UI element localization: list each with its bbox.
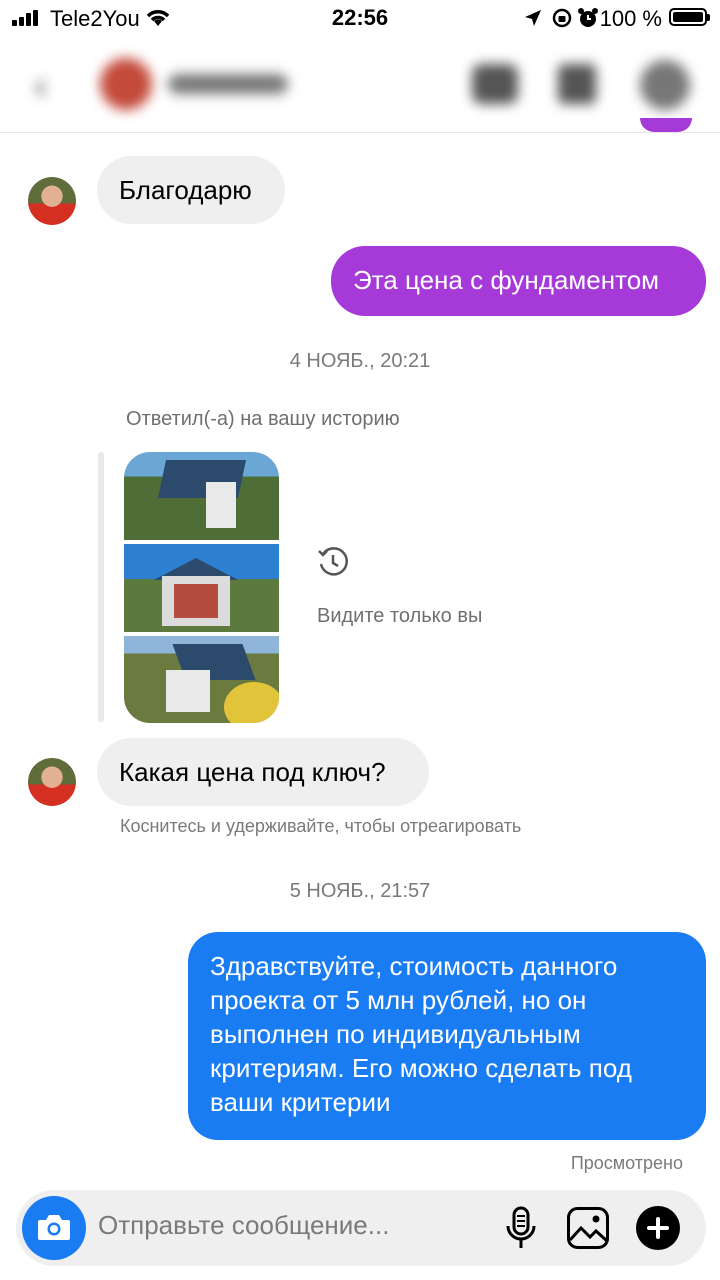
outgoing-message[interactable]: Здравствуйте, стоимость данного проекта … (188, 932, 706, 1140)
microphone-icon[interactable] (504, 1206, 538, 1250)
battery-icon (669, 8, 710, 26)
alarm-icon (578, 8, 598, 27)
plus-icon[interactable] (636, 1206, 680, 1250)
history-icon (318, 547, 348, 576)
location-icon (525, 10, 541, 26)
video-call-icon[interactable] (472, 64, 518, 104)
back-icon[interactable]: ‹ (34, 64, 47, 109)
camera-button[interactable] (22, 1196, 86, 1260)
avatar[interactable] (28, 177, 76, 225)
chat-header: ‹ (0, 36, 720, 133)
contact-avatar[interactable] (100, 58, 152, 110)
info-icon[interactable] (640, 60, 690, 110)
seen-status: Просмотрено (570, 1153, 683, 1173)
flag-icon[interactable] (558, 64, 596, 104)
avatar[interactable] (28, 758, 76, 806)
timestamp: 4 НОЯБ., 20:21 (289, 350, 431, 372)
message-input[interactable]: Отправьте сообщение... (98, 1210, 389, 1241)
visibility-note: Видите только вы (317, 605, 483, 627)
story-reply-label: Ответил(-а) на вашу историю (126, 408, 400, 430)
status-bar: Tele2You 22:56 100 % (0, 0, 720, 36)
reaction-hint: Коснитесь и удерживайте, чтобы отреагиро… (120, 816, 522, 836)
reply-indicator (98, 452, 104, 722)
battery-percent: 100 % (599, 6, 662, 31)
camera-icon (38, 1215, 70, 1240)
timestamp: 5 НОЯБ., 21:57 (289, 880, 431, 902)
incoming-message[interactable]: Какая цена под ключ? (97, 738, 429, 806)
rotation-lock-icon (552, 8, 572, 28)
story-thumbnail[interactable] (124, 452, 279, 723)
message-composer: Отправьте сообщение... (16, 1190, 706, 1266)
contact-name[interactable] (168, 74, 288, 94)
incoming-message[interactable]: Благодарю (97, 156, 285, 224)
outgoing-message[interactable]: Эта цена с фундаментом (331, 246, 706, 316)
previous-message-peek (640, 118, 692, 132)
gallery-icon[interactable] (566, 1206, 610, 1250)
